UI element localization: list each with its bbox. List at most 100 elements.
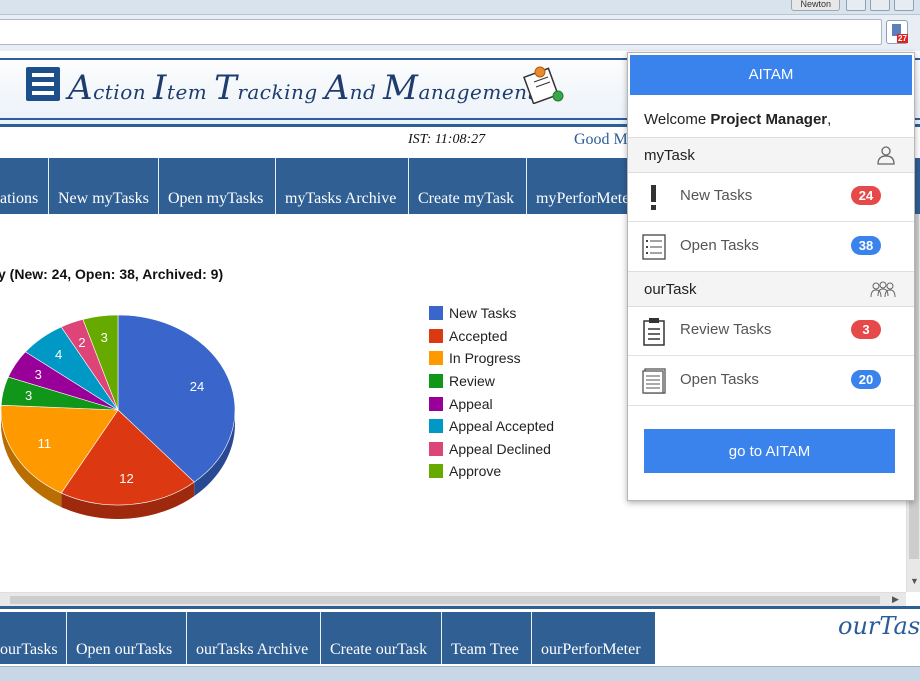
title-word: ction <box>93 80 153 104</box>
legend-swatch <box>429 306 443 321</box>
nav-item-open-ourtasks[interactable]: Open ourTasks <box>67 612 187 664</box>
legend-label: New Tasks <box>449 305 517 322</box>
browser-title-bar: Newton <box>0 0 920 15</box>
scroll-right-arrow-icon[interactable]: ▶ <box>892 594 899 605</box>
nav-item-ourperformeter[interactable]: ourPerforMeter <box>532 612 655 664</box>
nav-item-ourtasks[interactable]: ourTasks <box>0 612 67 664</box>
legend-swatch <box>429 351 443 366</box>
title-word: nd <box>349 80 384 104</box>
nav-item-mytasks-archive[interactable]: myTasks Archive <box>276 158 409 214</box>
legend-item: Accepted <box>429 325 554 348</box>
task-row-new-tasks[interactable]: New Tasks 24 <box>628 172 914 222</box>
site-title: Action Item Tracking And Management <box>68 68 536 108</box>
legend-swatch <box>429 328 443 343</box>
title-initial: A <box>68 68 94 108</box>
legend-item: Appeal Accepted <box>429 415 554 438</box>
title-initial: M <box>383 68 419 108</box>
legend-swatch <box>429 396 443 411</box>
count-badge: 24 <box>851 186 881 205</box>
nav-item-notifications[interactable]: ations <box>0 158 49 214</box>
go-to-aitam-button[interactable]: go to AITAM <box>644 429 895 473</box>
bottom-cursive-text: ourTask <box>838 612 920 640</box>
legend-item: Review <box>429 370 554 393</box>
nav-item-create-mytask[interactable]: Create myTask <box>409 158 527 214</box>
chart-legend: New Tasks Accepted In Progress Review Appeal… <box>429 302 554 483</box>
address-bar[interactable] <box>0 19 882 45</box>
section-mytask: myTask <box>628 137 914 173</box>
nav-item-team-tree[interactable]: Team Tree <box>442 612 532 664</box>
chart-title: y (New: 24, Open: 38, Archived: 9) <box>0 266 224 282</box>
title-initial: T <box>214 68 238 108</box>
pie-data-label: 3 <box>101 330 108 345</box>
pie-data-label: 12 <box>119 471 133 486</box>
legend-swatch <box>429 464 443 479</box>
count-badge: 20 <box>851 370 881 389</box>
title-word: tem <box>166 80 215 104</box>
maximize-button[interactable] <box>870 0 890 11</box>
nav-item-myperformeter[interactable]: myPerforMeter <box>527 158 637 214</box>
nav-item-open-mytasks[interactable]: Open myTasks <box>159 158 276 214</box>
user-profile-tag[interactable]: Newton <box>791 0 840 11</box>
task-row-open-ourtasks[interactable]: Open Tasks 20 <box>628 356 914 406</box>
legend-label: Appeal <box>449 395 493 412</box>
title-initial: I <box>152 68 167 108</box>
pie-data-label: 3 <box>35 367 42 382</box>
legend-label: Approve <box>449 463 502 480</box>
os-taskbar <box>0 666 920 681</box>
footer-divider <box>0 606 920 609</box>
scroll-down-arrow-icon[interactable]: ▼ <box>910 576 919 586</box>
legend-item: Approve <box>429 460 554 483</box>
nav-item-new-mytasks[interactable]: New myTasks <box>49 158 159 214</box>
clipboard-icon <box>643 318 665 346</box>
welcome-text: Welcome Project Manager, <box>644 111 832 128</box>
section-ourtask: ourTask <box>628 271 914 307</box>
checklist-logo-icon <box>26 67 60 101</box>
legend-label: Appeal Declined <box>449 440 551 457</box>
horizontal-scrollbar[interactable]: ▶ <box>0 592 906 607</box>
pie-data-label: 4 <box>55 347 62 362</box>
task-row-review-tasks[interactable]: Review Tasks 3 <box>628 306 914 356</box>
nav-item-create-ourtask[interactable]: Create ourTask <box>321 612 442 664</box>
title-word: anagement <box>418 80 537 104</box>
clipboard-pin-icon <box>523 66 564 104</box>
title-initial: A <box>324 68 350 108</box>
horizontal-scroll-thumb[interactable] <box>10 596 880 604</box>
legend-item: Appeal <box>429 392 554 415</box>
legend-item: In Progress <box>429 347 554 370</box>
legend-label: In Progress <box>449 350 521 367</box>
bottom-navigation: ourTasks Open ourTasks ourTasks Archive … <box>0 612 655 664</box>
extension-badge: 27 <box>897 34 908 43</box>
aitam-popup: AITAM Welcome Project Manager, myTask Ne… <box>627 52 915 501</box>
legend-item: New Tasks <box>429 302 554 325</box>
document-list-icon <box>642 368 666 394</box>
task-row-open-tasks[interactable]: Open Tasks 38 <box>628 222 914 272</box>
group-icon <box>870 281 896 298</box>
legend-label: Accepted <box>449 327 508 344</box>
pie-data-label: 2 <box>78 335 85 350</box>
popup-title: AITAM <box>630 55 912 95</box>
legend-label: Appeal Accepted <box>449 418 555 435</box>
user-role: Project Manager <box>710 111 828 128</box>
aitam-extension-button[interactable]: 27 <box>886 20 908 44</box>
clock-time: IST: 11:08:27 <box>408 132 486 147</box>
person-icon <box>877 146 895 165</box>
legend-item: Appeal Declined <box>429 438 554 461</box>
pie-data-label: 24 <box>190 379 204 394</box>
close-button[interactable] <box>894 0 914 11</box>
nav-item-ourtasks-archive[interactable]: ourTasks Archive <box>187 612 321 664</box>
legend-swatch <box>429 441 443 456</box>
greeting-text: Good M <box>574 131 628 148</box>
count-badge: 38 <box>851 236 881 255</box>
legend-swatch <box>429 374 443 389</box>
browser-toolbar <box>0 15 920 51</box>
legend-swatch <box>429 419 443 434</box>
task-pie-chart: 2412113342 3 <box>0 314 236 519</box>
legend-label: Review <box>449 373 495 390</box>
count-badge: 3 <box>851 320 881 339</box>
exclamation-icon <box>651 185 656 210</box>
minimize-button[interactable] <box>846 0 866 11</box>
title-word: racking <box>237 80 325 104</box>
pie-data-label: 3 <box>25 388 32 403</box>
list-icon <box>642 234 666 260</box>
pie-data-label: 11 <box>38 436 52 451</box>
